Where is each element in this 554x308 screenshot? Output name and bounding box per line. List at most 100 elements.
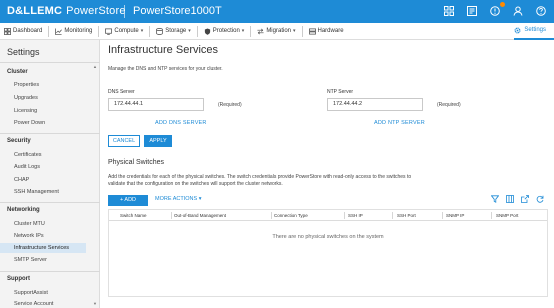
nav-protection-label: Protection: [212, 28, 240, 34]
dns-server-label: DNS Server: [108, 89, 135, 95]
nav-divider: [149, 25, 151, 37]
column-divider[interactable]: [271, 212, 272, 219]
column-divider[interactable]: [392, 212, 393, 219]
sidebar-heading-support: Support: [7, 276, 30, 282]
monitoring-icon: [55, 27, 63, 35]
column-divider[interactable]: [491, 212, 492, 219]
hardware-icon: [308, 28, 316, 34]
sidebar-item-chap[interactable]: CHAP: [14, 175, 100, 185]
page-description: Manage the DNS and NTP services for your…: [108, 66, 223, 72]
chevron-down-icon: ▾: [188, 28, 191, 34]
product-name: PowerStore: [66, 5, 126, 17]
storage-icon: [156, 27, 163, 35]
sidebar-divider: [0, 202, 100, 203]
nav-settings[interactable]: Settings: [514, 23, 554, 40]
nav-monitoring[interactable]: Monitoring: [51, 23, 96, 40]
ntp-required-label: (Required): [437, 102, 461, 108]
main-nav: Dashboard Monitoring Compute ▾ Storage ▾…: [0, 23, 554, 40]
alert-badge: [500, 2, 505, 7]
nav-hardware-label: Hardware: [317, 28, 344, 34]
chevron-down-icon: ▾: [140, 28, 144, 34]
nav-monitoring-label: Monitoring: [64, 28, 93, 34]
sidebar-heading-security: Security: [7, 138, 31, 144]
sidebar-item-properties[interactable]: Properties: [14, 80, 100, 90]
grid-icon[interactable]: [442, 4, 456, 18]
column-header[interactable]: SNMP Port: [496, 213, 518, 218]
sidebar-item-upgrades[interactable]: Upgrades: [14, 93, 100, 103]
topbar-divider: [124, 5, 125, 18]
sidebar-item-ssh-management[interactable]: SSH Management: [14, 187, 100, 197]
nav-migration[interactable]: Migration ▾: [253, 23, 299, 40]
column-divider[interactable]: [171, 212, 172, 219]
top-bar: D&LLEMC PowerStore PowerStore1000T: [0, 0, 554, 23]
ntp-server-input[interactable]: 172.44.44.2: [327, 98, 423, 111]
protection-icon: [204, 27, 210, 35]
nav-divider: [250, 25, 252, 37]
column-divider[interactable]: [344, 212, 345, 219]
section-title: Physical Switches: [108, 159, 165, 166]
brand-name: D&LLEMC: [7, 5, 63, 17]
nav-divider: [48, 25, 50, 37]
nav-storage[interactable]: Storage ▾: [152, 23, 195, 40]
sidebar-divider: [0, 133, 100, 134]
add-switch-button[interactable]: + ADD: [108, 195, 148, 206]
refresh-icon[interactable]: [536, 195, 544, 203]
export-icon[interactable]: [521, 195, 529, 203]
nav-compute[interactable]: Compute ▾: [101, 23, 147, 40]
sidebar-title: Settings: [7, 47, 40, 57]
sidebar-heading-cluster: Cluster: [7, 69, 28, 75]
sidebar-item-certificates[interactable]: Certificates: [14, 150, 100, 160]
bell-icon[interactable]: [465, 4, 479, 18]
add-dns-server-button[interactable]: ADD DNS SERVER: [155, 120, 207, 126]
column-divider[interactable]: [442, 212, 443, 219]
sidebar-item-licensing[interactable]: Licensing: [14, 106, 100, 116]
sidebar-item-network-ips[interactable]: Network IPs: [14, 231, 100, 241]
nav-dashboard[interactable]: Dashboard: [0, 23, 46, 40]
scroll-down-icon[interactable]: ▼: [93, 301, 97, 306]
sidebar-item-supportassist[interactable]: SupportAssist: [14, 288, 100, 298]
table-header: Switch Name Out-of-Band Management Conne…: [109, 210, 547, 221]
column-header[interactable]: SSH Port: [397, 213, 416, 218]
nav-divider: [301, 25, 303, 37]
nav-protection[interactable]: Protection ▾: [200, 23, 249, 40]
dns-required-label: (Required): [218, 102, 242, 108]
warning-icon[interactable]: [488, 2, 505, 18]
apply-button[interactable]: APPLY: [144, 135, 172, 147]
scroll-up-icon[interactable]: ▲: [93, 64, 97, 69]
column-header[interactable]: SNMP IP: [446, 213, 464, 218]
column-header[interactable]: Connection Type: [274, 213, 308, 218]
add-ntp-server-button[interactable]: ADD NTP SERVER: [374, 120, 425, 126]
more-actions-menu[interactable]: MORE ACTIONS ▾: [155, 196, 201, 202]
dns-server-input[interactable]: 172.44.44.1: [108, 98, 204, 111]
columns-icon[interactable]: [506, 195, 514, 203]
sidebar-divider: [0, 271, 100, 272]
sidebar-item-service-account[interactable]: Service Account: [14, 299, 100, 308]
nav-dashboard-label: Dashboard: [13, 28, 43, 34]
section-description: Add the credentials for each of the phys…: [108, 174, 412, 187]
user-icon[interactable]: [511, 4, 525, 18]
nav-migration-label: Migration: [266, 28, 291, 34]
sidebar-item-infrastructure-services[interactable]: Infrastructure Services: [0, 243, 86, 253]
nav-settings-label: Settings: [524, 27, 546, 33]
compute-icon: [105, 28, 113, 35]
settings-sidebar: Settings ▲ Cluster Properties Upgrades L…: [0, 40, 100, 308]
sidebar-item-cluster-mtu[interactable]: Cluster MTU: [14, 219, 100, 229]
empty-table-message: There are no physical switches on the sy…: [272, 234, 384, 240]
sidebar-item-smtp-server[interactable]: SMTP Server: [14, 255, 100, 265]
migration-icon: [257, 28, 264, 34]
help-icon[interactable]: [534, 4, 548, 18]
nav-hardware[interactable]: Hardware: [305, 23, 348, 40]
nav-compute-label: Compute: [114, 28, 139, 34]
main-content: Infrastructure Services Manage the DNS a…: [100, 40, 554, 308]
filter-icon[interactable]: [491, 195, 499, 203]
system-name[interactable]: PowerStore1000T: [133, 5, 222, 17]
chevron-down-icon: ▾: [241, 28, 245, 34]
sidebar-item-audit-logs[interactable]: Audit Logs: [14, 162, 100, 172]
column-header[interactable]: Out-of-Band Management: [174, 213, 226, 218]
column-header[interactable]: SSH IP: [348, 213, 363, 218]
table-toolbar: [491, 195, 544, 203]
brand-logo: D&LLEMC PowerStore: [7, 5, 126, 17]
sidebar-item-power-down[interactable]: Power Down: [14, 118, 100, 128]
cancel-button[interactable]: CANCEL: [108, 135, 140, 147]
column-header[interactable]: Switch Name: [120, 213, 147, 218]
